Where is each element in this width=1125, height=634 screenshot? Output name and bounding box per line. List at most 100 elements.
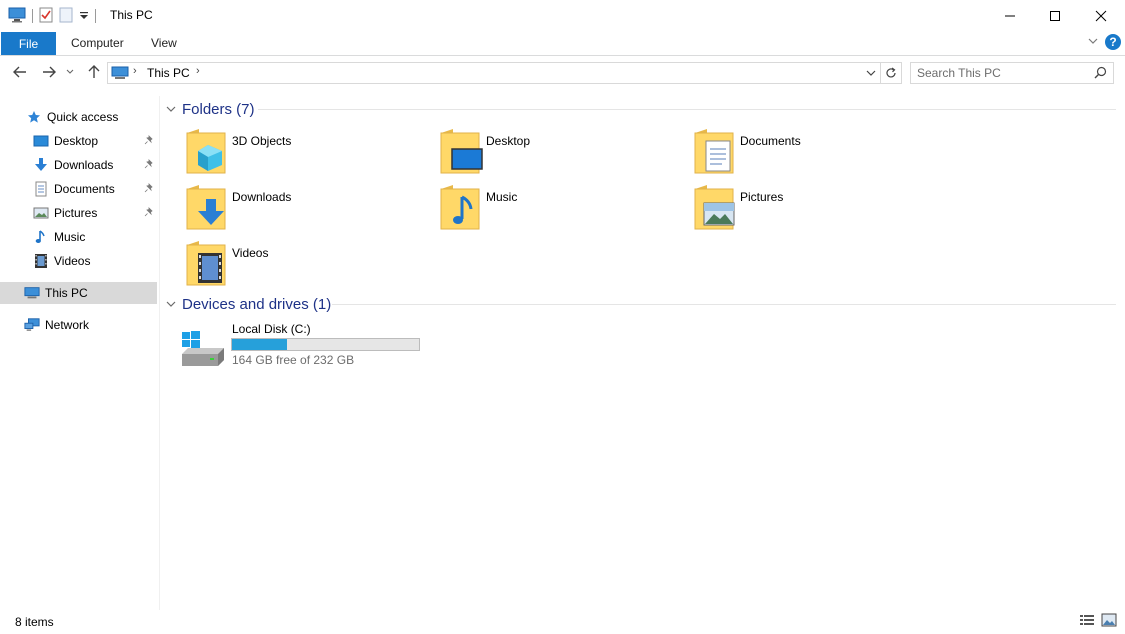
chevron-down-icon [66,69,74,74]
address-bar[interactable]: › This PC › [107,62,881,84]
sidebar-item-pictures[interactable]: Pictures [33,202,156,224]
pane-divider[interactable] [159,96,160,610]
breadcrumb-separator-icon[interactable]: › [133,65,137,77]
tab-file[interactable]: File [1,32,56,55]
group-divider [332,304,1116,305]
desktop-icon [440,129,483,174]
sidebar-item-label: This PC [45,286,88,300]
sidebar-item-downloads[interactable]: Downloads [33,154,156,176]
quick-access-toolbar [8,6,96,26]
title-bar: This PC [0,0,1125,31]
computer-icon [111,66,129,83]
help-button[interactable]: ? [1105,34,1121,50]
folder-documents[interactable]: Documents [692,127,942,177]
folder-label: Desktop [486,134,531,148]
breadcrumb-this-pc[interactable]: This PC [147,66,190,80]
breadcrumb-separator-icon[interactable]: › [196,65,200,77]
network-icon [24,317,40,333]
expand-ribbon-button[interactable] [1087,35,1099,49]
folder-label: Downloads [232,190,292,204]
sidebar-item-music[interactable]: Music [33,226,156,248]
large-icons-view-button[interactable] [1101,613,1117,630]
status-bar: 8 items [0,612,1125,634]
sidebar-item-label: Desktop [54,134,99,148]
folder-label: Pictures [740,190,784,204]
sidebar-item-this-pc[interactable]: This PC [0,282,157,304]
recent-locations-button[interactable] [64,63,76,81]
new-folder-icon[interactable] [59,7,73,26]
drive-label: Local Disk (C:) [232,322,311,336]
sidebar-item-label: Network [45,318,90,332]
drive-local-disk-c[interactable]: Local Disk (C:) 164 GB free of 232 GB [178,320,438,372]
group-divider [258,109,1116,110]
drive-free-space: 164 GB free of 232 GB [232,353,355,367]
videos-icon [33,253,49,269]
search-box[interactable] [910,62,1114,84]
sidebar-item-desktop[interactable]: Desktop [33,130,156,152]
pictures-icon [33,205,49,221]
toolbar-separator [95,9,96,23]
address-dropdown-button[interactable] [862,63,880,83]
group-title: Devices and drives (1) [182,295,332,313]
folder-music[interactable]: Music [438,183,688,233]
music-icon [33,229,49,245]
folder-desktop[interactable]: Desktop [438,127,688,177]
search-input[interactable] [917,65,1087,81]
sidebar-item-quick-access[interactable]: Quick access [26,106,156,128]
window-title: This PC [110,8,153,22]
navigation-bar: › This PC › [0,56,1125,88]
tab-view[interactable]: View [151,36,177,50]
star-icon [26,109,42,125]
minimize-icon [1005,15,1015,16]
chevron-down-icon [1088,38,1098,44]
tab-computer[interactable]: Computer [71,36,124,50]
folder-pictures[interactable]: Pictures [692,183,942,233]
close-button[interactable] [1078,0,1124,31]
refresh-button[interactable] [880,62,902,84]
back-button[interactable] [11,63,29,81]
navigation-pane: Quick access Desktop Downloads Documents [0,96,158,610]
folders-group-header[interactable]: Folders (7) [166,99,255,119]
folder-downloads[interactable]: Downloads [184,183,434,233]
pin-icon[interactable] [144,182,154,196]
details-view-button[interactable] [1079,613,1095,630]
refresh-icon [886,67,896,78]
sidebar-item-documents[interactable]: Documents [33,178,156,200]
up-button[interactable] [85,63,103,81]
pin-icon[interactable] [144,134,154,148]
drive-usage-bar [231,338,420,351]
sidebar-item-label: Quick access [47,110,119,124]
search-icon[interactable] [1094,66,1107,82]
ribbon-tab-bar: File Computer View ? [0,31,1125,56]
folder-videos[interactable]: Videos [184,239,434,289]
sidebar-item-videos[interactable]: Videos [33,250,156,272]
sidebar-item-label: Pictures [54,206,98,220]
toolbar-separator [32,9,33,23]
maximize-button[interactable] [1032,0,1078,31]
folder-3d-objects[interactable]: 3D Objects [184,127,434,177]
close-icon [1095,10,1107,21]
documents-icon [694,129,734,174]
chevron-down-icon [166,300,176,308]
details-view-icon [1080,615,1094,625]
downloads-icon [33,157,49,173]
forward-button[interactable] [40,63,58,81]
computer-icon[interactable] [8,7,26,26]
pin-icon[interactable] [144,206,154,220]
minimize-button[interactable] [987,0,1033,31]
large-icons-view-icon [1101,613,1117,627]
sidebar-item-network[interactable]: Network [24,314,156,336]
properties-icon[interactable] [39,7,53,26]
sidebar-item-label: Documents [54,182,115,196]
folder-label: Videos [232,246,269,260]
pin-icon[interactable] [144,158,154,172]
customize-toolbar-icon[interactable] [79,9,89,24]
drives-group-header[interactable]: Devices and drives (1) [166,294,331,314]
item-count: 8 items [15,615,54,629]
chevron-down-icon [166,105,176,113]
ribbon-right-controls: ? [1087,34,1121,50]
music-icon [440,185,480,230]
group-title: Folders (7) [182,100,255,118]
downloads-icon [186,185,226,230]
folder-label: 3D Objects [232,134,292,148]
